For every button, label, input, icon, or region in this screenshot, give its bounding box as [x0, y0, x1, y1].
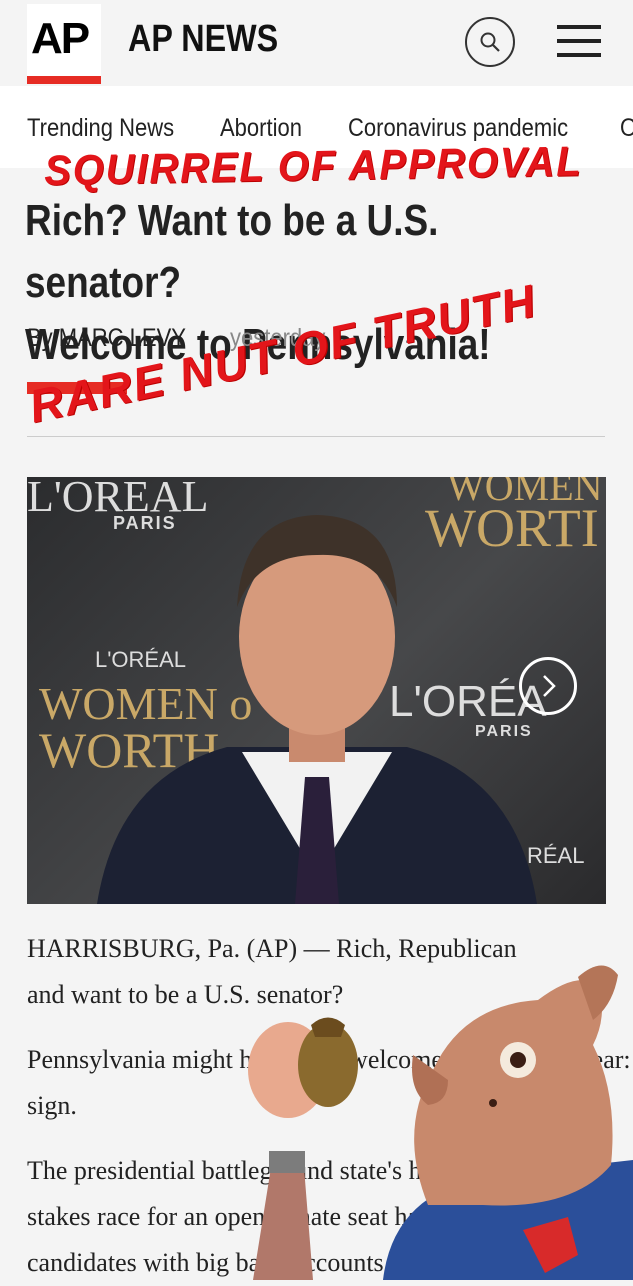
hamburger-menu-icon	[557, 25, 601, 29]
brand-title[interactable]: AP NEWS	[128, 18, 278, 61]
squirrel-overlay-image	[248, 965, 633, 1280]
hamburger-menu-button[interactable]	[557, 25, 601, 61]
next-photo-button[interactable]	[519, 657, 577, 715]
article-byline[interactable]: By MARC LEVY	[27, 324, 186, 353]
logo-accent-bar	[27, 76, 101, 84]
article-photo[interactable]: L'OREAL PARIS WOMEN WORTI L'ORÉAL WOMEN …	[27, 477, 606, 904]
trending-link-more[interactable]: O	[620, 114, 633, 143]
site-header: AP AP NEWS	[0, 0, 633, 86]
trending-link-trending-news[interactable]: Trending News	[27, 114, 174, 143]
ap-logo[interactable]: AP	[27, 4, 101, 84]
divider	[27, 436, 605, 437]
search-icon	[480, 32, 500, 52]
overlay-stamp-squirrel: SQUIRREL OF APPROVAL	[43, 137, 583, 194]
search-button[interactable]	[465, 17, 515, 67]
trending-link-abortion[interactable]: Abortion	[220, 114, 302, 143]
logo-text: AP	[31, 14, 90, 63]
chevron-right-icon	[543, 675, 556, 697]
